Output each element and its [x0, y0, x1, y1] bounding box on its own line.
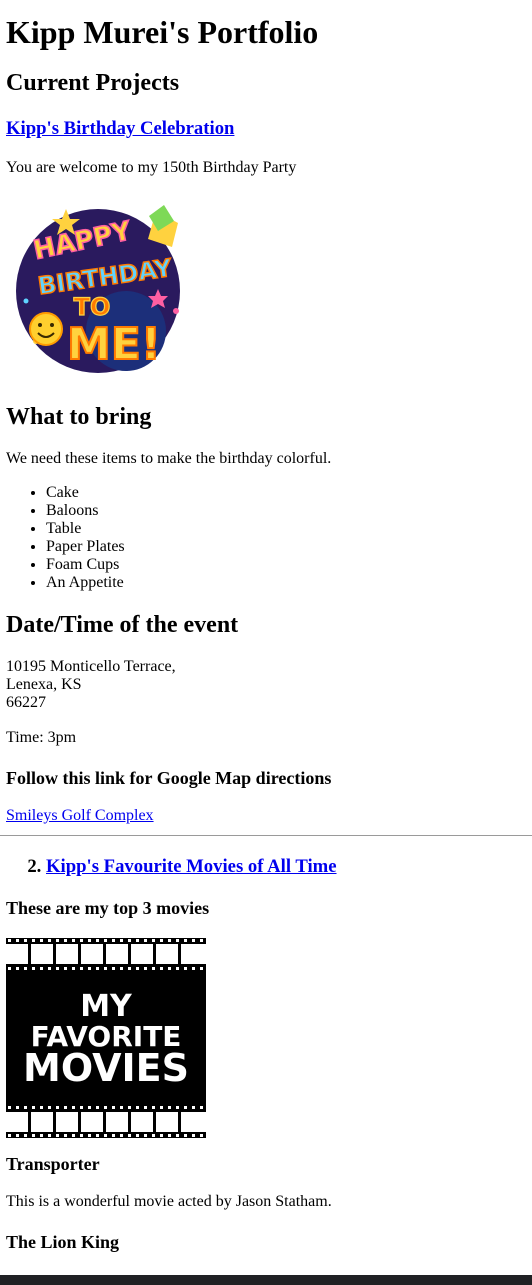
movie-art-line-movies: MOVIES: [23, 1046, 189, 1090]
birthday-intro: You are welcome to my 150th Birthday Par…: [6, 159, 297, 176]
list-item: Cake: [46, 484, 526, 502]
event-heading: Date/Time of the event: [6, 612, 239, 638]
list-item: Baloons: [46, 502, 526, 520]
birthday-art-icon: HAPPY BIRTHDAY TO ME!: [16, 205, 180, 373]
what-to-bring-intro: We need these items to make the birthday…: [6, 450, 332, 467]
bottom-bar: [0, 1275, 532, 1285]
projects-list: Kipp's Favourite Movies of All Time: [6, 856, 526, 878]
map-heading: Follow this link for Google Map directio…: [6, 768, 332, 788]
event-time: Time: 3pm: [6, 729, 77, 746]
map-link-wrapper: Smileys Golf Complex: [6, 807, 526, 825]
movie-art-line-my: MY: [80, 989, 133, 1024]
page-content: Kipp Murei's Portfolio Current Projects …: [0, 14, 532, 1252]
film-strip-icon: MY FAVORITE MOVIES: [6, 938, 206, 1138]
list-item: Paper Plates: [46, 538, 526, 556]
address-line-2: Lenexa, KS: [6, 676, 82, 693]
section-divider: [0, 835, 532, 836]
current-projects-heading: Current Projects: [6, 70, 180, 96]
movies-subheading: These are my top 3 movies: [6, 898, 210, 918]
project-heading-movies: Kipp's Favourite Movies of All Time: [46, 856, 526, 878]
art-line-to: TO: [74, 293, 111, 321]
page-title: Kipp Murei's Portfolio: [6, 14, 319, 50]
list-item: An Appetite: [46, 574, 526, 592]
movie-description: This is a wonderful movie acted by Jason…: [6, 1193, 332, 1210]
movies-project-link[interactable]: Kipp's Favourite Movies of All Time: [46, 856, 337, 877]
project-heading-birthday: Kipp's Birthday Celebration: [6, 118, 526, 140]
movie-title: The Lion King: [6, 1232, 120, 1252]
what-to-bring-heading: What to bring: [6, 404, 152, 430]
address-line-3: 66227: [6, 694, 46, 711]
list-item: Foam Cups: [46, 556, 526, 574]
map-link[interactable]: Smileys Golf Complex: [6, 807, 154, 824]
movies-image: MY FAVORITE MOVIES: [6, 938, 526, 1138]
event-address: 10195 Monticello Terrace, Lenexa, KS 662…: [6, 658, 526, 712]
bring-list: Cake Baloons Table Paper Plates Foam Cup…: [6, 484, 526, 592]
address-line-1: 10195 Monticello Terrace,: [6, 658, 176, 675]
art-line-me: ME!: [67, 319, 161, 370]
birthday-image: HAPPY BIRTHDAY TO ME!: [6, 191, 526, 381]
list-item: Table: [46, 520, 526, 538]
smiley-icon: [29, 312, 63, 346]
birthday-project-link[interactable]: Kipp's Birthday Celebration: [6, 118, 234, 139]
movie-title: Transporter: [6, 1154, 100, 1174]
